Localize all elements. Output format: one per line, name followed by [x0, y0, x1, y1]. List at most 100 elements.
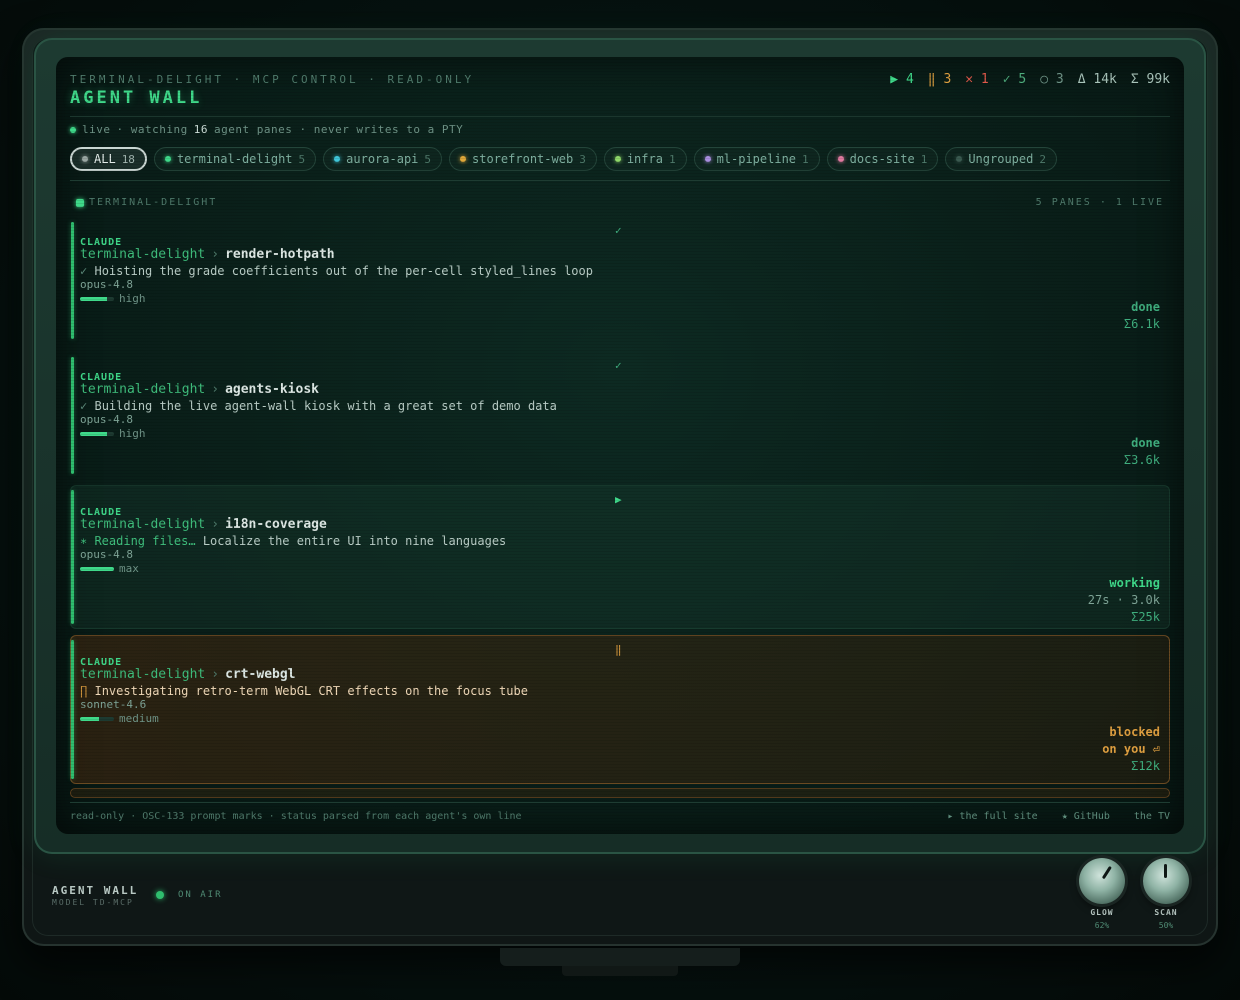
live-label: live — [82, 123, 111, 136]
status-text: working — [1109, 576, 1160, 590]
chip-aurora-api[interactable]: aurora-api 5 — [323, 147, 443, 171]
chip-label: ml-pipeline — [716, 152, 797, 166]
description-prefix: ∏ — [80, 684, 88, 698]
chip-count: 1 — [802, 152, 809, 166]
chips-divider — [70, 180, 1170, 181]
chip-count: 1 — [920, 152, 928, 166]
description-prefix: ∗ Reading files… — [80, 534, 196, 548]
chip-ml-pipeline[interactable]: ml-pipeline 1 — [693, 147, 820, 171]
chip-count: 2 — [1039, 152, 1046, 166]
agent-card[interactable]: ‖ CLAUDE terminal-delight › crt-webgl ∏ In… — [70, 635, 1170, 784]
tv-badge: AGENT WALL MODEL TD-MCP — [52, 884, 138, 907]
check-icon: ✓ — [615, 359, 622, 372]
tv-link[interactable]: the TV — [1134, 811, 1170, 822]
task-description: ∗ Reading files… Localize the entire UI … — [80, 534, 506, 548]
dot-icon — [164, 156, 171, 162]
token-total: Σ6.1k — [1123, 317, 1160, 331]
tv-model-number: MODEL TD-MCP — [52, 898, 134, 907]
project-name: terminal-delight — [80, 517, 206, 532]
tv-stand-base — [562, 966, 678, 976]
agent-card-partial[interactable] — [70, 788, 1170, 798]
chevron-right-icon: › — [211, 667, 220, 682]
effort-indicator: medium — [80, 712, 159, 725]
dot-icon — [460, 156, 467, 162]
chip-count: 1 — [668, 152, 676, 166]
full-site-link[interactable]: ▸ the full site — [947, 811, 1037, 822]
pane-path: terminal-delight › render-hotpath — [80, 247, 335, 262]
effort-indicator: high — [80, 292, 146, 305]
pane-path: terminal-delight › crt-webgl — [80, 667, 296, 682]
status-bar — [71, 357, 74, 474]
chip-label: infra — [626, 152, 663, 166]
check-icon: ✓ — [1002, 72, 1011, 87]
chip-count: 18 — [121, 152, 135, 166]
agent-card[interactable]: ▶ CLAUDE terminal-delight › i18n-coverage … — [70, 485, 1170, 629]
task-name: agents-kiosk — [225, 382, 319, 397]
chip-label: terminal-delight — [176, 152, 293, 166]
model-name: opus-4.8 — [80, 278, 133, 291]
footer-note: read-only · OSC-133 prompt marks · statu… — [70, 811, 522, 822]
effort-label: high — [119, 292, 146, 305]
delta-icon: Δ — [1077, 72, 1086, 87]
knob-dial-icon[interactable] — [1079, 858, 1125, 904]
dot-icon — [614, 156, 621, 162]
effort-meter — [80, 431, 114, 436]
chip-docs-site[interactable]: docs-site 1 — [826, 147, 939, 171]
page-title: AGENT WALL — [70, 88, 203, 108]
chevron-right-icon: › — [211, 382, 220, 397]
failed-stat: ✕ 1 — [965, 72, 988, 87]
footer: read-only · OSC-133 prompt marks · statu… — [70, 811, 1170, 822]
tv-stand — [500, 948, 740, 966]
effort-label: max — [119, 562, 139, 575]
agent-card[interactable]: ✓ CLAUDE terminal-delight › agents-kiosk ✓… — [70, 352, 1170, 479]
chip-terminal-delight[interactable]: terminal-delight 5 — [153, 147, 317, 171]
model-name: sonnet-4.6 — [80, 698, 147, 711]
delta-tokens-value: 14k — [1093, 72, 1117, 87]
effort-meter — [80, 566, 114, 571]
model-name: opus-4.8 — [80, 413, 133, 426]
chip-ungrouped[interactable]: Ungrouped 2 — [945, 147, 1057, 171]
circle-icon: ○ — [1040, 72, 1049, 87]
status-bar — [71, 640, 74, 779]
group-meta: 5 PANES · 1 LIVE — [1035, 197, 1164, 208]
effort-meter — [80, 296, 114, 301]
card-status: done Σ6.1k — [1124, 299, 1160, 333]
chip-count: 5 — [298, 152, 306, 166]
total-tokens-value: 99k — [1146, 72, 1170, 87]
description-text: Building the live agent-wall kiosk with … — [94, 399, 557, 413]
glow-knob[interactable]: GLOW 62% — [1076, 858, 1128, 930]
project-name: terminal-delight — [80, 382, 206, 397]
live-dot-icon — [70, 126, 76, 133]
play-icon: ▶ — [615, 493, 622, 506]
scan-knob[interactable]: SCAN 50% — [1140, 858, 1192, 930]
chip-label: aurora-api — [346, 152, 419, 166]
chip-infra[interactable]: infra 1 — [603, 147, 687, 171]
tv-brand: AGENT WALL — [52, 884, 139, 897]
card-status: working 27s · 3.0k Σ25k — [1088, 575, 1160, 626]
agent-card[interactable]: ✓ CLAUDE terminal-delight › render-hotpath… — [70, 217, 1170, 344]
done-count: 5 — [1018, 72, 1027, 87]
live-status-line: live · watching 16 agent panes · never w… — [70, 123, 463, 136]
status-text: blocked — [1109, 725, 1160, 739]
chip-storefront-web[interactable]: storefront-web 3 — [449, 147, 597, 171]
knob-dial-icon[interactable] — [1143, 858, 1189, 904]
effort-label: medium — [119, 712, 159, 725]
project-name: terminal-delight — [80, 247, 206, 262]
header-divider — [70, 116, 1170, 117]
github-link[interactable]: ★ GitHub — [1062, 811, 1110, 822]
group-filter-chips: ALL 18 terminal-delight 5 aurora-api 5 stor… — [70, 147, 1057, 171]
dot-icon — [956, 156, 963, 162]
project-name: terminal-delight — [80, 667, 206, 682]
done-stat: ✓ 5 — [1003, 72, 1026, 87]
status-bar — [71, 490, 74, 624]
chip-all[interactable]: ALL 18 — [70, 147, 147, 171]
chevron-right-icon: › — [211, 517, 220, 532]
app-kicker: TERMINAL-DELIGHT · MCP CONTROL · READ-ON… — [70, 73, 475, 86]
dot-icon — [334, 156, 341, 162]
pane-count: 16 — [193, 123, 208, 136]
dot-icon — [82, 156, 88, 162]
token-total: Σ3.6k — [1123, 453, 1160, 467]
description-text: Hoisting the grade coefficients out of t… — [94, 264, 593, 278]
total-tokens-stat: Σ 99k — [1131, 72, 1170, 87]
idle-count: 3 — [1055, 72, 1064, 87]
